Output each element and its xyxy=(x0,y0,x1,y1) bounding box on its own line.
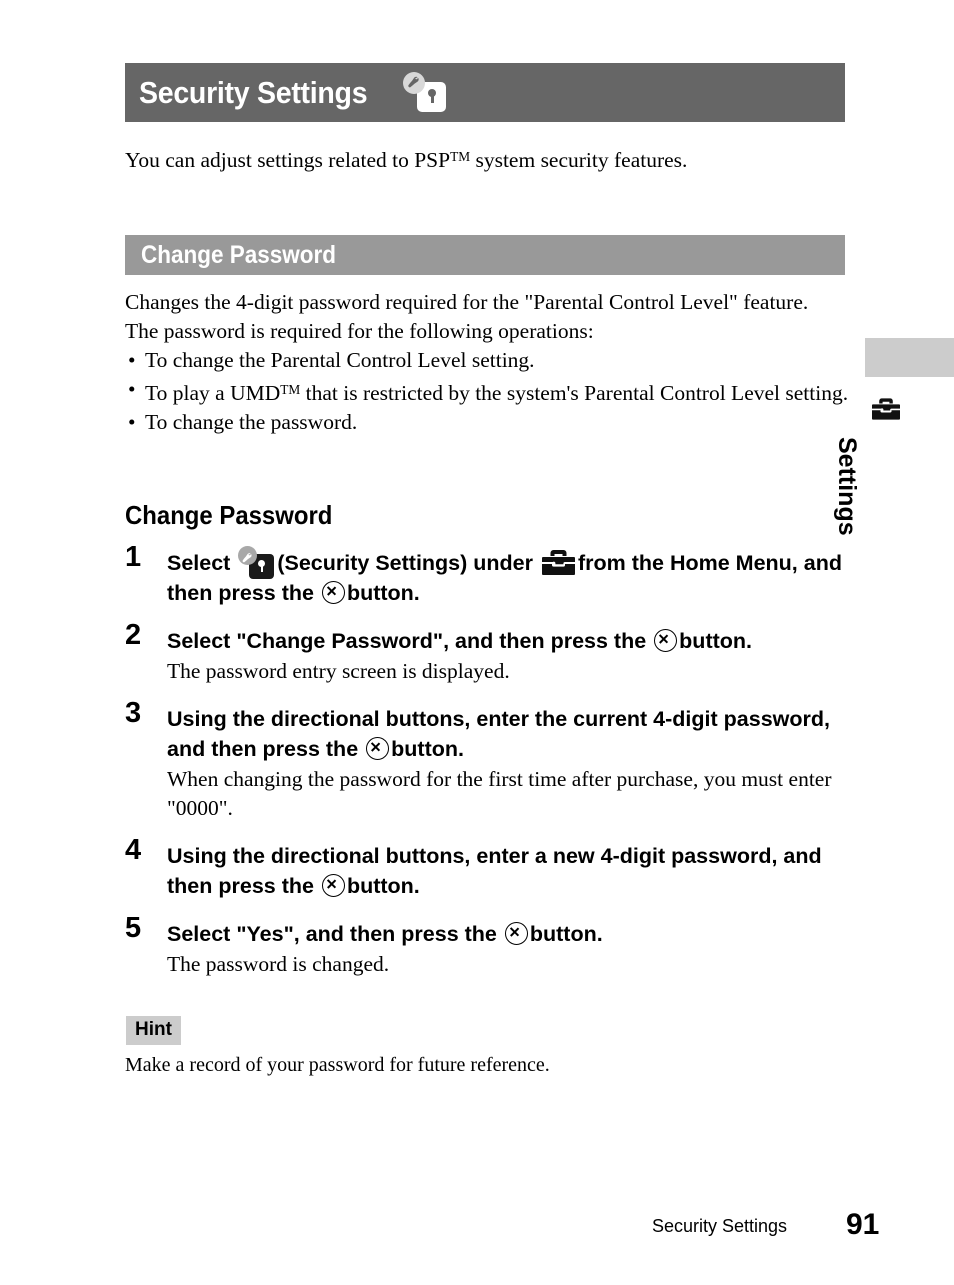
list-item: • To play a UMDTM that is restricted by t… xyxy=(125,375,855,408)
step-note: The password entry screen is displayed. xyxy=(167,659,510,683)
step-text-d: button. xyxy=(529,922,603,946)
step-instruction: Using the directional buttons, enter the… xyxy=(167,704,850,764)
page-title-bar: Security Settings xyxy=(125,63,845,122)
step-text-b: (Security Settings) under xyxy=(277,551,533,575)
step-instruction: Select "Change Password", and then press… xyxy=(167,626,850,656)
step-text-d: button. xyxy=(346,581,420,605)
wrench-icon xyxy=(238,546,258,565)
trademark-mark: TM xyxy=(450,149,471,164)
security-settings-icon xyxy=(238,546,275,579)
wrench-icon xyxy=(403,71,426,94)
step-text-a: Using the directional buttons, enter a n… xyxy=(167,844,822,898)
procedure-heading: Change Password xyxy=(125,500,333,530)
side-tab-label: Settings xyxy=(833,437,861,536)
step-5: 5 Select "Yes", and then press the butto… xyxy=(125,914,850,979)
keyhole-shape xyxy=(428,88,437,103)
section-heading: Change Password xyxy=(141,240,337,269)
document-page: Security Settings You can adjust setting… xyxy=(0,0,954,1285)
step-instruction: Select (Security Settings) under from th… xyxy=(167,546,850,608)
trademark-mark: TM xyxy=(280,382,301,397)
section-description: Changes the 4-digit password required fo… xyxy=(125,288,855,437)
cross-button-icon xyxy=(366,737,390,760)
bullet-marker: • xyxy=(128,348,136,372)
list-item-text: To play a UMD xyxy=(145,380,281,405)
toolbox-icon xyxy=(541,550,575,575)
list-item: • To change the password. xyxy=(125,408,855,437)
step-3: 3 Using the directional buttons, enter t… xyxy=(125,699,850,823)
list-item-text-continued: that is restricted by the system's Paren… xyxy=(300,380,849,405)
step-note: The password is changed. xyxy=(167,952,390,976)
step-number: 2 xyxy=(125,619,142,651)
step-text-a: Select xyxy=(167,551,231,575)
step-number: 4 xyxy=(125,834,142,866)
footer-page-number: 91 xyxy=(846,1208,880,1241)
hint-badge: Hint xyxy=(126,1016,181,1045)
step-text-d: button. xyxy=(679,629,752,653)
step-number: 1 xyxy=(125,541,142,573)
bullet-marker: • xyxy=(128,377,136,401)
intro-text-before: You can adjust settings related to PSP xyxy=(125,147,451,172)
page-title: Security Settings xyxy=(139,74,368,110)
footer-section-name: Security Settings xyxy=(652,1216,788,1236)
step-text-a: Select "Yes", and then press the xyxy=(167,922,497,946)
step-text-a: Using the directional buttons, enter the… xyxy=(167,707,830,761)
requirements-list: • To change the Parental Control Level se… xyxy=(125,346,855,437)
list-item-text: To change the Parental Control Level set… xyxy=(145,348,535,372)
procedure-steps: 1 Select (Security Settings) under from … xyxy=(125,543,850,997)
description-line-2: The password is required for the followi… xyxy=(125,319,594,343)
section-heading-bar: Change Password xyxy=(125,235,845,275)
step-instruction: Using the directional buttons, enter a n… xyxy=(167,841,850,901)
step-text-d: button. xyxy=(391,737,464,761)
step-number: 5 xyxy=(125,912,142,944)
cross-button-icon xyxy=(504,922,528,945)
side-tab-block xyxy=(865,338,954,377)
hint-text: Make a record of your password for futur… xyxy=(125,1054,550,1076)
intro-text-after: system security features. xyxy=(470,147,688,172)
description-line-1: Changes the 4-digit password required fo… xyxy=(125,290,809,314)
cross-button-icon xyxy=(654,629,678,652)
intro-paragraph: You can adjust settings related to PSPTM… xyxy=(125,142,855,175)
step-number: 3 xyxy=(125,697,142,729)
security-settings-icon xyxy=(403,71,447,114)
step-1: 1 Select (Security Settings) under from … xyxy=(125,543,850,608)
bullet-marker: • xyxy=(128,409,136,434)
step-text-a: Select "Change Password", and then press… xyxy=(167,629,647,653)
step-4: 4 Using the directional buttons, enter a… xyxy=(125,836,850,901)
cross-button-icon xyxy=(321,581,345,604)
toolbox-icon xyxy=(872,397,900,421)
step-text-d: button. xyxy=(346,874,420,898)
step-2: 2 Select "Change Password", and then pre… xyxy=(125,621,850,686)
step-note: When changing the password for the first… xyxy=(167,767,832,820)
list-item: • To change the Parental Control Level se… xyxy=(125,346,855,375)
step-instruction: Select "Yes", and then press the button. xyxy=(167,919,850,949)
cross-button-icon xyxy=(321,874,345,897)
list-item-text: To change the password. xyxy=(145,409,358,434)
